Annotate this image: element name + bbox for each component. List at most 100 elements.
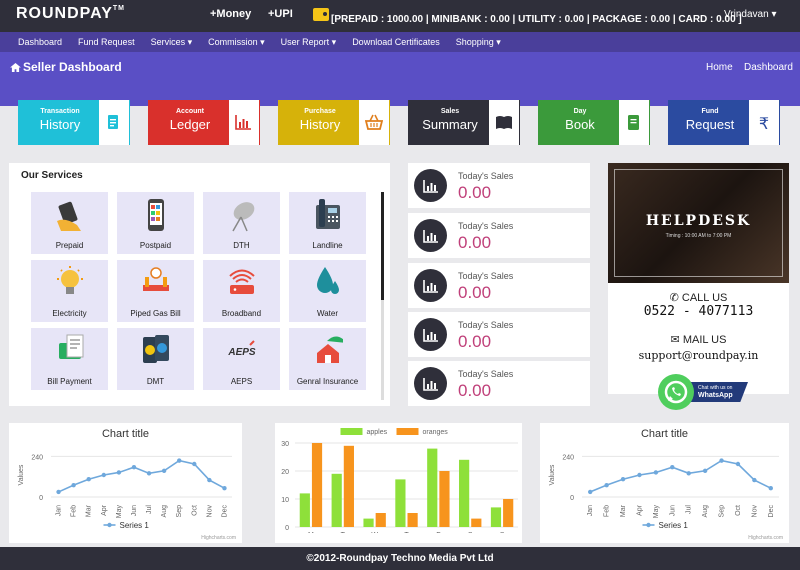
service-piped-gas-bill[interactable]: Piped Gas Bill	[117, 260, 194, 322]
service-label: Landline	[312, 241, 343, 250]
logo[interactable]: ROUNDPAYTM	[16, 5, 125, 23]
nav-user-report[interactable]: User Report ▾	[281, 37, 337, 48]
y-tick-label: 20	[281, 469, 289, 476]
y-axis-label: Values	[18, 464, 25, 485]
service-label: Broadband	[221, 309, 262, 318]
page-title: Seller Dashboard	[10, 60, 122, 74]
service-label: DTH	[233, 241, 250, 250]
nav-dashboard[interactable]: Dashboard	[18, 37, 62, 47]
service-bill-payment[interactable]: Bill Payment	[31, 328, 108, 390]
quick-tile-fund-request[interactable]: Fund Request ₹	[668, 100, 780, 145]
add-upi-button[interactable]: +UPI	[268, 8, 293, 20]
data-point	[56, 489, 61, 495]
sales-card-label: Today's Sales	[458, 271, 514, 281]
electricity-icon	[56, 266, 83, 294]
svg-text:AEPS: AEPS	[227, 347, 256, 358]
quick-tile-day-book[interactable]: Day Book	[538, 100, 650, 145]
bar	[459, 459, 470, 527]
bar	[311, 443, 323, 527]
water-icon	[316, 267, 339, 294]
add-money-button[interactable]: +Money	[210, 8, 251, 20]
service-dmt[interactable]: DMT	[117, 328, 194, 390]
data-point	[604, 482, 609, 488]
service-postpaid[interactable]: Postpaid	[117, 192, 194, 254]
x-tick-label: Sep	[176, 505, 183, 518]
user-menu[interactable]: Vrindavan ▾	[724, 9, 776, 20]
quick-tile-purchase-history[interactable]: Purchase History	[278, 100, 390, 145]
quick-tile-icon-box: ₹	[749, 100, 779, 145]
quick-tile-icon-box	[99, 100, 129, 145]
service-dth[interactable]: DTH	[203, 192, 280, 254]
service-genral-insurance[interactable]: Genral Insurance	[289, 328, 366, 390]
quick-tile-icon-box	[229, 100, 259, 145]
nav-services[interactable]: Services ▾	[151, 37, 193, 48]
helpdesk-phone[interactable]: 0522 - 4077113	[608, 304, 789, 319]
x-tick-label: Apr	[101, 504, 108, 516]
service-water[interactable]: Water	[289, 260, 366, 322]
helpdesk-banner: HELPDESK Timing : 10:00 AM to 7:00 PM	[608, 163, 789, 283]
helpdesk-email[interactable]: support@roundpay.in	[608, 349, 789, 362]
service-landline[interactable]: Landline	[289, 192, 366, 254]
mail-us-text: MAIL US	[682, 334, 727, 346]
quick-tile-big-text: Summary	[422, 117, 478, 132]
caret-down-icon: ▾	[771, 9, 777, 20]
nav-fund-request[interactable]: Fund Request	[78, 37, 135, 47]
services-scrollbar-track[interactable]	[381, 300, 384, 400]
services-scrollbar-thumb[interactable]	[381, 192, 384, 300]
nav-shopping[interactable]: Shopping ▾	[456, 37, 501, 48]
dth-icon	[231, 202, 254, 232]
y-tick-label: 0	[285, 525, 289, 532]
x-tick-label: T	[341, 532, 346, 533]
legend-marker	[646, 522, 651, 528]
data-point	[686, 471, 691, 476]
prepaid-icon	[56, 201, 81, 231]
quick-tile-sales-summary[interactable]: Sales Summary	[408, 100, 520, 145]
sales-card-value: 0.00	[458, 233, 492, 252]
landline-icon	[315, 199, 340, 229]
quick-tile-label: Transaction History	[21, 100, 99, 145]
x-tick-label: Jul	[686, 505, 693, 514]
service-broadband[interactable]: Broadband	[203, 260, 280, 322]
service-aeps[interactable]: AEPS AEPS	[203, 328, 280, 390]
x-tick-label: Jan	[56, 505, 63, 516]
data-point	[620, 477, 626, 482]
notebook-icon	[628, 115, 639, 130]
bar	[427, 448, 438, 527]
quick-tile-transaction-history[interactable]: Transaction History	[18, 100, 130, 145]
quick-tile-account-ledger[interactable]: Account Ledger	[148, 100, 260, 145]
bar-chart-icon	[235, 115, 251, 130]
sales-card-label: Today's Sales	[458, 171, 514, 181]
whatsapp-chat-button[interactable]: Chat with us on WhatsApp	[658, 374, 750, 410]
services-panel: Our Services Prepaid Postpaid DTH Landli…	[9, 163, 390, 406]
legend-label: Series 1	[120, 521, 150, 530]
postpaid-icon	[147, 199, 164, 231]
quick-tile-big-text: Ledger	[169, 117, 211, 132]
service-electricity[interactable]: Electricity	[31, 260, 108, 322]
service-label: Genral Insurance	[296, 377, 359, 386]
nav-commission[interactable]: Commission ▾	[208, 37, 265, 48]
whatsapp-icon	[658, 374, 694, 410]
main-nav: Dashboard Fund Request Services ▾ Commis…	[0, 32, 800, 52]
bar	[331, 473, 342, 527]
x-tick-label: May	[653, 505, 660, 519]
sales-card: Today's Sales 0.00	[408, 361, 590, 406]
legend-label: Series 1	[659, 521, 689, 530]
x-tick-label: F	[436, 532, 440, 533]
breadcrumb-current: Dashboard	[744, 62, 793, 73]
chart-title: Chart title	[102, 428, 149, 440]
x-tick-label: Mar	[620, 504, 627, 517]
footer: ©2012-Roundpay Techno Media Pvt Ltd	[0, 547, 800, 570]
rupee-icon: ₹	[759, 114, 769, 131]
sales-chart-icon	[414, 219, 447, 252]
bar	[471, 518, 482, 527]
document-icon	[108, 115, 118, 129]
series-line	[58, 459, 225, 493]
service-prepaid[interactable]: Prepaid	[31, 192, 108, 254]
x-tick-label: Dec	[221, 505, 228, 518]
quick-tile-small-text: Fund	[701, 108, 719, 115]
x-tick-label: Aug	[161, 505, 168, 518]
nav-download-certificates[interactable]: Download Certificates	[352, 37, 440, 47]
call-us-label: ✆ CALL US	[608, 291, 789, 304]
series-line	[589, 459, 772, 493]
breadcrumb-home[interactable]: Home	[706, 62, 733, 73]
